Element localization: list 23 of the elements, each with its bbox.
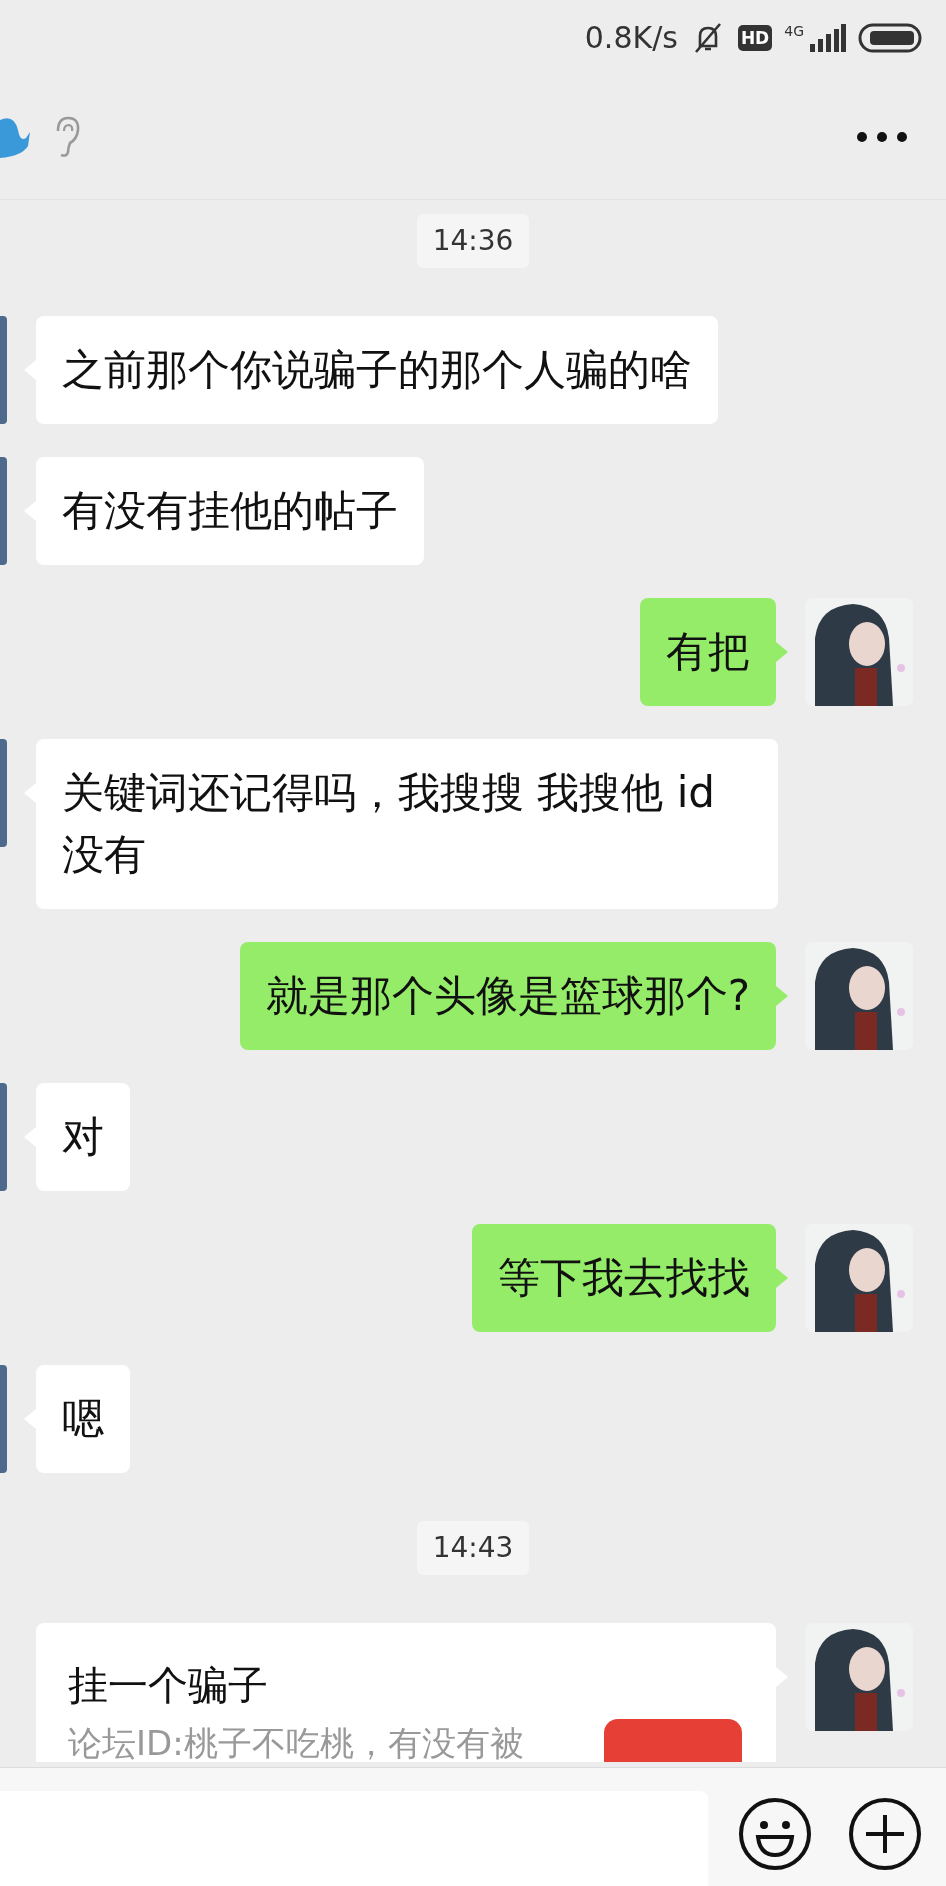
bubble-tail bbox=[776, 986, 788, 1006]
message-bubble[interactable]: 嗯 bbox=[36, 1365, 130, 1473]
network-type: 4G bbox=[784, 23, 804, 38]
timestamp: 14:43 bbox=[416, 1521, 530, 1575]
network-speed: 0.8K/s bbox=[584, 19, 678, 57]
card-description: 论坛ID:桃子不吃桃，有没有被 bbox=[68, 1722, 524, 1762]
card-title: 挂一个骗子 bbox=[68, 1661, 269, 1710]
bubble-tail bbox=[776, 642, 788, 662]
message-bubble[interactable]: 等下我去找找 bbox=[472, 1224, 776, 1332]
hd-badge: HD bbox=[737, 24, 773, 51]
add-icon[interactable] bbox=[848, 1797, 922, 1871]
message-bubble[interactable]: 关键词还记得吗，我搜搜 我搜他 id没有 bbox=[36, 739, 778, 909]
message-bubble[interactable]: 有没有挂他的帖子 bbox=[36, 457, 424, 565]
battery-icon bbox=[858, 22, 922, 53]
link-card[interactable]: 挂一个骗子 论坛ID:桃子不吃桃，有没有被 bbox=[36, 1623, 776, 1762]
timestamp: 14:36 bbox=[416, 214, 530, 268]
message-bubble[interactable]: 对 bbox=[36, 1083, 130, 1191]
message-bubble[interactable]: 有把 bbox=[640, 598, 776, 706]
message-bubble[interactable]: 就是那个头像是篮球那个? bbox=[239, 942, 776, 1050]
bubble-tail bbox=[776, 1268, 788, 1288]
message-bubble[interactable]: 之前那个你说骗子的那个人骗的啥 bbox=[36, 316, 718, 424]
more-icon[interactable] bbox=[856, 131, 908, 143]
emoji-icon[interactable] bbox=[738, 1797, 812, 1871]
